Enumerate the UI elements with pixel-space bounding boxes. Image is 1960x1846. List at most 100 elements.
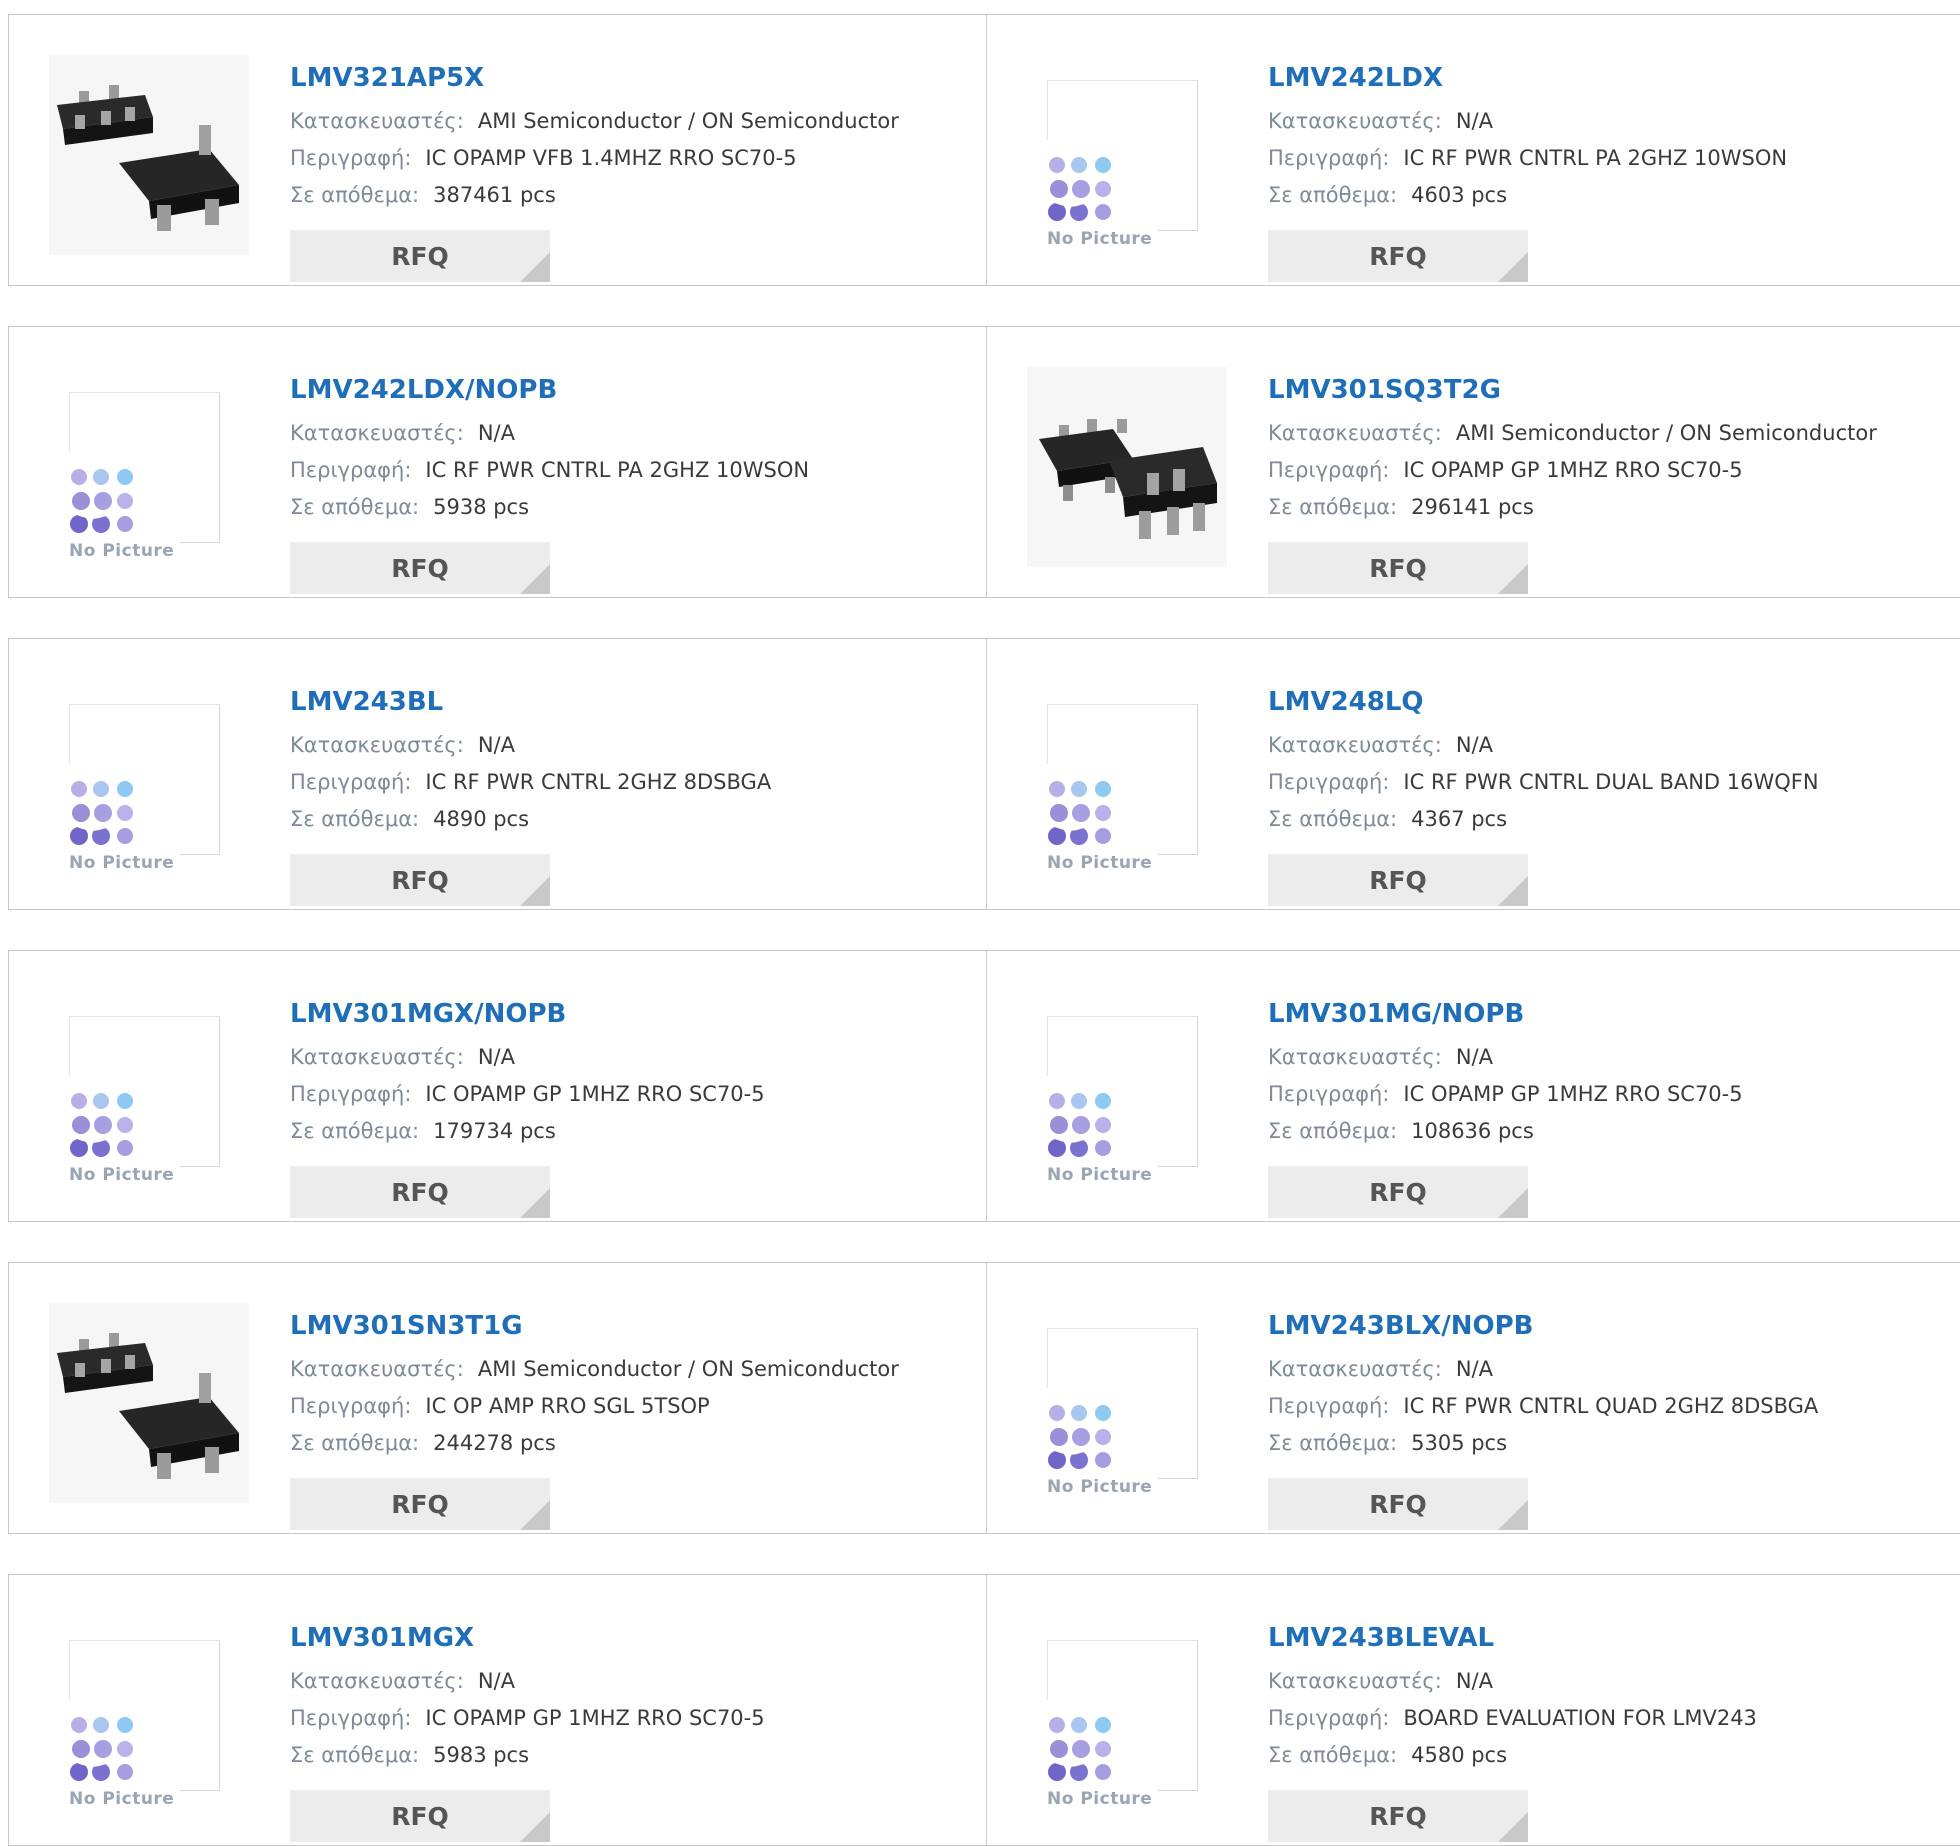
product-info: LMV248LQ Κατασκευαστές: N/A Περιγραφή: IC … [1268, 679, 1947, 906]
manufacturer-line: Κατασκευαστές: N/A [290, 1039, 966, 1076]
rfq-button[interactable]: RFQ [290, 854, 550, 906]
product-image[interactable] [49, 1303, 249, 1503]
product-row: LMV301SN3T1G Κατασκευαστές: AMI Semicondu… [8, 1262, 1960, 1534]
product-image[interactable] [49, 55, 249, 255]
part-number-link[interactable]: LMV243BLX/NOPB [1268, 1303, 1947, 1351]
stock-value: 108636 pcs [1411, 1119, 1534, 1143]
description-label: Περιγραφή: [290, 146, 412, 170]
part-number-link[interactable]: LMV301SN3T1G [290, 1303, 966, 1351]
part-number-link[interactable]: LMV321AP5X [290, 55, 966, 103]
product-row: No Picture LMV243BL Κατασκευαστές: N/A Πε… [8, 638, 1960, 910]
product-info: LMV243BLX/NOPB Κατασκευαστές: N/A Περιγρα… [1268, 1303, 1947, 1530]
product-info: LMV301SN3T1G Κατασκευαστές: AMI Semicondu… [290, 1303, 966, 1530]
part-number-link[interactable]: LMV248LQ [1268, 679, 1947, 727]
description-label: Περιγραφή: [1268, 1394, 1390, 1418]
rfq-corner-decoration [520, 1500, 550, 1530]
manufacturer-value: N/A [477, 733, 515, 757]
stock-line: Σε απόθεμα: 4580 pcs [1268, 1737, 1947, 1774]
stock-value: 4890 pcs [433, 807, 530, 831]
manufacturer-value: AMI Semiconductor / ON Semiconductor [477, 109, 899, 133]
part-number-link[interactable]: LMV243BLEVAL [1268, 1615, 1947, 1663]
product-info: LMV243BLEVAL Κατασκευαστές: N/A Περιγραφή… [1268, 1615, 1947, 1842]
no-picture-label: No Picture [1047, 229, 1159, 249]
stock-line: Σε απόθεμα: 244278 pcs [290, 1425, 966, 1462]
product-image[interactable]: No Picture [1027, 1615, 1227, 1815]
stock-label: Σε απόθεμα: [1268, 1431, 1398, 1455]
product-card: No Picture LMV248LQ Κατασκευαστές: N/A Πε… [986, 638, 1960, 910]
manufacturer-label: Κατασκευαστές: [290, 109, 464, 133]
product-image[interactable]: No Picture [49, 679, 249, 879]
rfq-button[interactable]: RFQ [290, 1478, 550, 1530]
stock-value: 5983 pcs [433, 1743, 530, 1767]
product-image[interactable]: No Picture [1027, 1303, 1227, 1503]
product-image[interactable]: No Picture [1027, 991, 1227, 1191]
rfq-button[interactable]: RFQ [1268, 542, 1528, 594]
stock-line: Σε απόθεμα: 5305 pcs [1268, 1425, 1947, 1462]
stock-label: Σε απόθεμα: [1268, 183, 1398, 207]
rfq-corner-decoration [520, 876, 550, 906]
manufacturer-label: Κατασκευαστές: [1268, 1669, 1442, 1693]
stock-label: Σε απόθεμα: [290, 807, 420, 831]
product-info: LMV321AP5X Κατασκευαστές: AMI Semiconduct… [290, 55, 966, 282]
stock-label: Σε απόθεμα: [1268, 495, 1398, 519]
description-line: Περιγραφή: IC OPAMP GP 1MHZ RRO SC70-5 [1268, 452, 1947, 489]
stock-line: Σε απόθεμα: 387461 pcs [290, 177, 966, 214]
stock-value: 179734 pcs [433, 1119, 556, 1143]
rfq-button[interactable]: RFQ [290, 1790, 550, 1842]
part-number-link[interactable]: LMV301MGX/NOPB [290, 991, 966, 1039]
description-label: Περιγραφή: [290, 1082, 412, 1106]
rfq-button[interactable]: RFQ [290, 230, 550, 282]
rfq-button[interactable]: RFQ [290, 542, 550, 594]
description-line: Περιγραφή: IC RF PWR CNTRL 2GHZ 8DSBGA [290, 764, 966, 801]
rfq-button[interactable]: RFQ [1268, 854, 1528, 906]
no-picture-label: No Picture [69, 1789, 181, 1809]
rfq-corner-decoration [1498, 252, 1528, 282]
product-image[interactable]: No Picture [49, 1615, 249, 1815]
stock-value: 387461 pcs [433, 183, 556, 207]
stock-line: Σε απόθεμα: 4603 pcs [1268, 177, 1947, 214]
product-card: No Picture LMV301MG/NOPB Κατασκευαστές: N… [986, 950, 1960, 1222]
description-label: Περιγραφή: [290, 770, 412, 794]
rfq-button[interactable]: RFQ [1268, 1478, 1528, 1530]
manufacturer-label: Κατασκευαστές: [290, 421, 464, 445]
stock-value: 4580 pcs [1411, 1743, 1508, 1767]
rfq-button[interactable]: RFQ [1268, 230, 1528, 282]
no-picture-logo-icon [70, 469, 133, 533]
product-image[interactable] [1027, 367, 1227, 567]
stock-value: 5305 pcs [1411, 1431, 1508, 1455]
stock-value: 5938 pcs [433, 495, 530, 519]
rfq-button[interactable]: RFQ [290, 1166, 550, 1218]
stock-value: 244278 pcs [433, 1431, 556, 1455]
stock-label: Σε απόθεμα: [290, 1743, 420, 1767]
description-value: IC OPAMP GP 1MHZ RRO SC70-5 [1403, 1082, 1743, 1106]
stock-value: 296141 pcs [1411, 495, 1534, 519]
rfq-label: RFQ [391, 1177, 449, 1207]
rfq-label: RFQ [391, 1489, 449, 1519]
rfq-button[interactable]: RFQ [1268, 1166, 1528, 1218]
part-number-link[interactable]: LMV301MG/NOPB [1268, 991, 1947, 1039]
product-info: LMV243BL Κατασκευαστές: N/A Περιγραφή: IC … [290, 679, 966, 906]
part-number-link[interactable]: LMV301MGX [290, 1615, 966, 1663]
stock-line: Σε απόθεμα: 4890 pcs [290, 801, 966, 838]
product-info: LMV301MG/NOPB Κατασκευαστές: N/A Περιγραφ… [1268, 991, 1947, 1218]
part-number-link[interactable]: LMV243BL [290, 679, 966, 727]
product-image[interactable]: No Picture [49, 991, 249, 1191]
manufacturer-value: N/A [477, 421, 515, 445]
stock-label: Σε απόθεμα: [290, 1431, 420, 1455]
product-image[interactable]: No Picture [1027, 55, 1227, 255]
stock-value: 4367 pcs [1411, 807, 1508, 831]
manufacturer-value: N/A [1455, 733, 1493, 757]
part-number-link[interactable]: LMV242LDX [1268, 55, 1947, 103]
product-image[interactable]: No Picture [1027, 679, 1227, 879]
no-picture-logo-icon [1048, 157, 1111, 221]
product-card: No Picture LMV242LDX Κατασκευαστές: N/A Π… [986, 14, 1960, 286]
rfq-button[interactable]: RFQ [1268, 1790, 1528, 1842]
product-card: No Picture LMV243BL Κατασκευαστές: N/A Πε… [8, 638, 987, 910]
product-info: LMV242LDX Κατασκευαστές: N/A Περιγραφή: IC… [1268, 55, 1947, 282]
rfq-label: RFQ [1369, 553, 1427, 583]
part-number-link[interactable]: LMV301SQ3T2G [1268, 367, 1947, 415]
stock-label: Σε απόθεμα: [1268, 807, 1398, 831]
description-line: Περιγραφή: IC RF PWR CNTRL PA 2GHZ 10WSON [290, 452, 966, 489]
product-image[interactable]: No Picture [49, 367, 249, 567]
part-number-link[interactable]: LMV242LDX/NOPB [290, 367, 966, 415]
